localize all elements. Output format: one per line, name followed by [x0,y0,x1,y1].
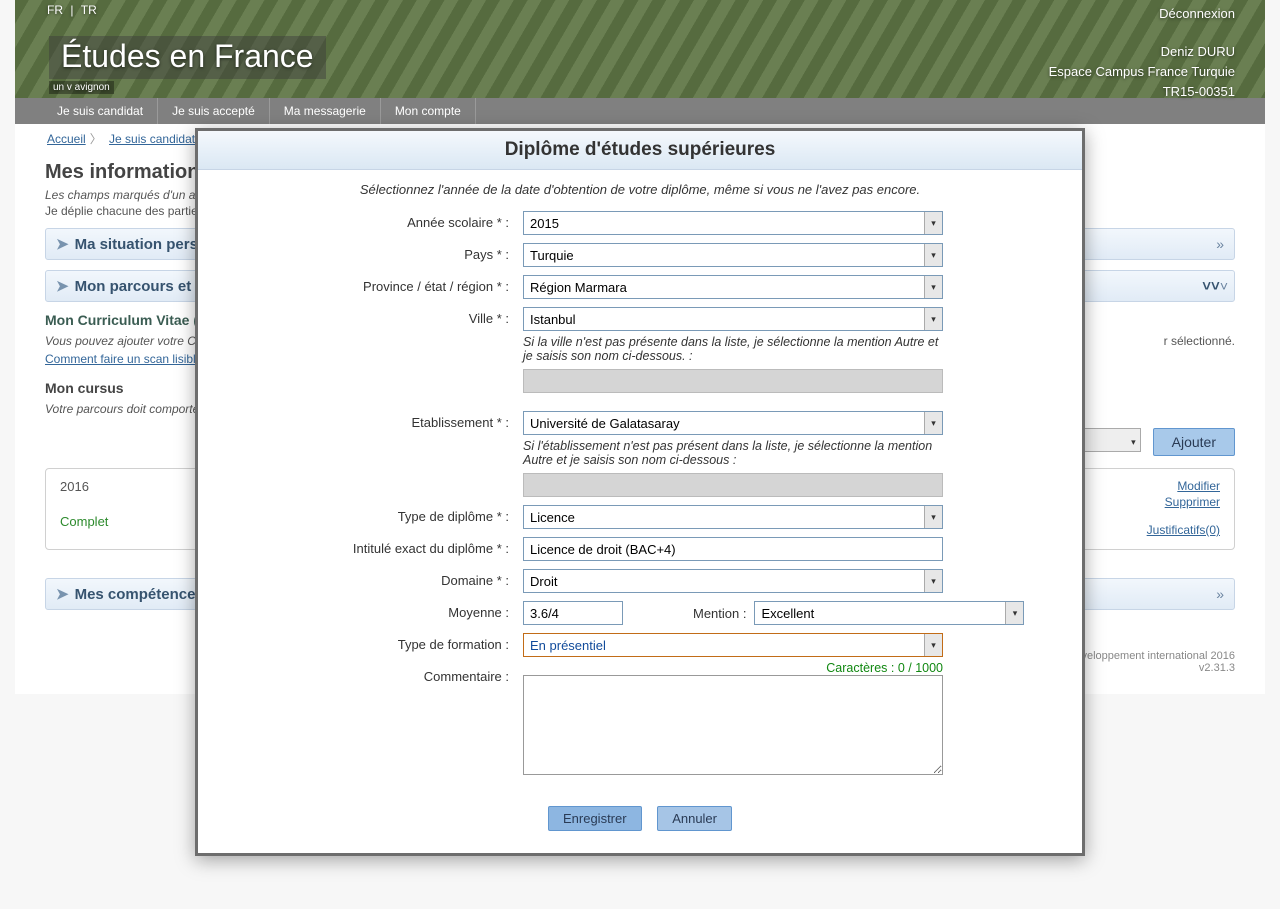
logout-link[interactable]: Déconnexion [1049,4,1235,24]
nav-accepted[interactable]: Je suis accepté [158,98,270,124]
select-pays[interactable] [523,243,943,267]
label-pays: Pays * : [238,243,523,262]
input-typeform[interactable] [524,634,924,656]
chevron-down-icon [924,412,942,434]
chevron-down-icon [1131,433,1136,448]
add-cursus-button[interactable]: Ajouter [1153,428,1235,456]
cancel-button[interactable]: Annuler [657,806,732,831]
label-ville: Ville * : [238,307,523,326]
edit-link[interactable]: Modifier [1147,479,1220,493]
nav-candidate[interactable]: Je suis candidat [43,98,158,124]
input-annee[interactable] [524,212,924,234]
user-name: Deniz DURU [1049,42,1235,62]
input-domaine[interactable] [524,570,924,592]
expand-icon [1216,586,1224,603]
input-ville-other [523,369,943,393]
input-ville[interactable] [524,308,924,330]
diploma-modal: Diplôme d'études supérieures Sélectionne… [195,128,1085,856]
input-mention[interactable] [755,602,1005,624]
select-annee[interactable] [523,211,943,235]
section-arrow-icon: ➤ [56,277,69,295]
select-mention[interactable] [754,601,1024,625]
chevron-down-icon [924,634,942,656]
select-region[interactable] [523,275,943,299]
input-pays[interactable] [524,244,924,266]
collapse-icon: ˅˅ [1202,278,1224,295]
label-etab: Etablissement * : [238,411,523,430]
label-region: Province / état / région * : [238,275,523,294]
cv-trail: r sélectionné. [1164,334,1235,366]
chevron-down-icon [924,506,942,528]
attachments-link[interactable]: Justificatifs(0) [1147,523,1220,537]
nav-account[interactable]: Mon compte [381,98,476,124]
chevron-down-icon [924,212,942,234]
chevron-down-icon [924,276,942,298]
modal-instruction: Sélectionnez l'année de la date d'obtent… [238,182,1042,197]
cv-scan-link[interactable]: Comment faire un scan lisible ? [45,352,212,366]
label-comment: Commentaire : [238,665,523,684]
input-etab[interactable] [524,412,924,434]
chevron-down-icon [924,244,942,266]
cursus-year: 2016 [60,479,108,494]
lang-tr[interactable]: TR [81,3,97,17]
select-etab[interactable] [523,411,943,435]
select-typeform[interactable] [523,633,943,657]
univ-credit: un v avignon [49,81,114,94]
crumb-candidate[interactable]: Je suis candidat [109,132,195,146]
label-domaine: Domaine * : [238,569,523,588]
user-ref: TR15-00351 [1049,82,1235,102]
textarea-comment[interactable] [523,675,943,775]
label-mention: Mention : [693,606,746,621]
input-etab-other [523,473,943,497]
input-moyenne[interactable] [523,601,623,625]
cursus-status: Complet [60,514,108,529]
save-button[interactable]: Enregistrer [548,806,642,831]
section-arrow-icon: ➤ [56,235,69,253]
section-arrow-icon: ➤ [56,585,69,603]
label-moyenne: Moyenne : [238,601,523,620]
site-title: Études en France [49,36,326,79]
label-intitule: Intitulé exact du diplôme * : [238,537,523,556]
select-ville[interactable] [523,307,943,331]
helper-etab: Si l'établissement n'est pas présent dan… [523,439,943,467]
crumb-home[interactable]: Accueil [47,132,86,146]
input-typedip[interactable] [524,506,924,528]
user-org: Espace Campus France Turquie [1049,62,1235,82]
delete-link[interactable]: Supprimer [1147,495,1220,509]
modal-title: Diplôme d'études supérieures [198,131,1082,170]
label-typedip: Type de diplôme * : [238,505,523,524]
input-region[interactable] [524,276,924,298]
lang-sep: | [70,3,76,17]
lang-fr[interactable]: FR [47,3,63,17]
select-typedip[interactable] [523,505,943,529]
helper-ville: Si la ville n'est pas présente dans la l… [523,335,943,363]
select-domaine[interactable] [523,569,943,593]
cv-hint: Vous pouvez ajouter votre CV... [45,334,213,348]
label-annee: Année scolaire * : [238,211,523,230]
chevron-down-icon [924,308,942,330]
nav-messages[interactable]: Ma messagerie [270,98,381,124]
chevron-down-icon [924,570,942,592]
input-intitule[interactable] [523,537,943,561]
chevron-down-icon [1005,602,1023,624]
expand-icon [1216,236,1224,253]
banner: FR | TR Études en France Déconnexion Den… [15,0,1265,98]
char-count: Caractères : 0 / 1000 [523,661,943,675]
label-typeform: Type de formation : [238,633,523,652]
